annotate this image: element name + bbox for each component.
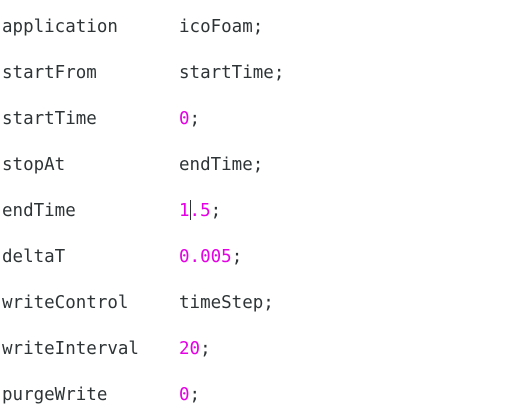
value-number: 20 bbox=[179, 339, 201, 359]
keyword-stopAt: stopAt bbox=[2, 155, 66, 175]
keyword-startTime: startTime bbox=[2, 109, 97, 129]
keyword-deltaT: deltaT bbox=[2, 247, 66, 267]
code-line-startTime[interactable]: startTime 0; bbox=[2, 107, 200, 131]
code-line-purgeWrite[interactable]: purgeWrite 0; bbox=[2, 383, 200, 407]
value-text: icoFoam bbox=[179, 17, 253, 37]
value-writeInterval: 20; bbox=[179, 337, 211, 361]
code-editor[interactable]: application icoFoam; startFrom startTime… bbox=[0, 0, 528, 415]
keyword-endTime: endTime bbox=[2, 201, 76, 221]
value-text: startTime bbox=[179, 63, 274, 83]
keyword-application: application bbox=[2, 17, 118, 37]
code-line-writeInterval[interactable]: writeInterval 20; bbox=[2, 337, 211, 361]
semicolon: ; bbox=[210, 201, 222, 221]
value-text: timeStep bbox=[179, 293, 264, 313]
value-number-after-cursor: .5 bbox=[189, 201, 211, 221]
value-number: 0.005 bbox=[179, 247, 232, 267]
value-application: icoFoam; bbox=[179, 15, 263, 39]
code-line-stopAt[interactable]: stopAt endTime; bbox=[2, 153, 263, 177]
value-writeControl: timeStep; bbox=[179, 291, 274, 315]
keyword-writeControl: writeControl bbox=[2, 293, 129, 313]
value-endTime: 1.5; bbox=[179, 199, 221, 223]
semicolon: ; bbox=[252, 17, 264, 37]
keyword-purgeWrite: purgeWrite bbox=[2, 385, 108, 405]
keyword-startFrom: startFrom bbox=[2, 63, 97, 83]
semicolon: ; bbox=[252, 155, 264, 175]
value-number: 0 bbox=[179, 109, 190, 129]
value-text: endTime bbox=[179, 155, 253, 175]
value-number: 0 bbox=[179, 385, 190, 405]
value-startTime: 0; bbox=[179, 107, 200, 131]
value-deltaT: 0.005; bbox=[179, 245, 242, 269]
value-number-before-cursor: 1 bbox=[179, 201, 190, 221]
semicolon: ; bbox=[189, 109, 201, 129]
code-line-startFrom[interactable]: startFrom startTime; bbox=[2, 61, 284, 85]
semicolon: ; bbox=[263, 293, 274, 313]
semicolon: ; bbox=[231, 247, 243, 267]
value-startFrom: startTime; bbox=[179, 61, 284, 85]
value-stopAt: endTime; bbox=[179, 153, 263, 177]
semicolon: ; bbox=[189, 385, 201, 405]
code-line-application[interactable]: application icoFoam; bbox=[2, 15, 263, 39]
code-line-writeControl[interactable]: writeControl timeStep; bbox=[2, 291, 274, 315]
code-line-deltaT[interactable]: deltaT 0.005; bbox=[2, 245, 242, 269]
keyword-writeInterval: writeInterval bbox=[2, 339, 139, 359]
semicolon: ; bbox=[273, 63, 285, 83]
value-purgeWrite: 0; bbox=[179, 383, 200, 407]
semicolon: ; bbox=[200, 339, 211, 359]
code-line-endTime[interactable]: endTime 1.5; bbox=[2, 199, 221, 223]
